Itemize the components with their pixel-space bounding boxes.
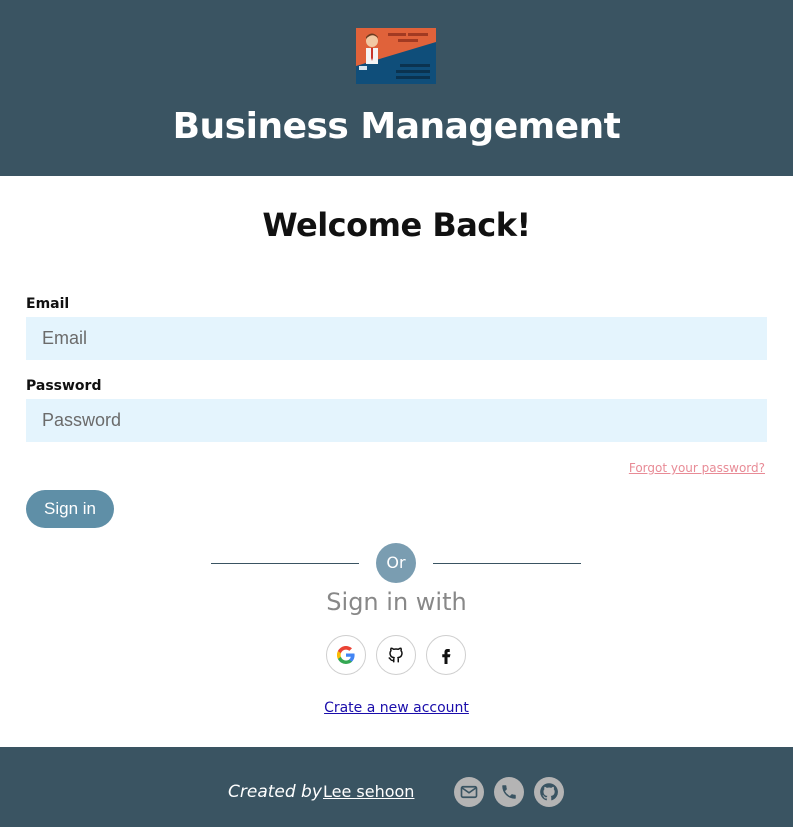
email-label: Email [26,296,70,312]
divider-right [433,563,581,564]
forgot-password-link[interactable]: Forgot your password? [629,461,765,475]
author-link[interactable]: Lee sehoon [323,782,414,801]
github-icon [540,783,558,801]
password-field[interactable] [26,399,767,442]
app-title: Business Management [172,106,621,147]
divider-left [211,563,359,564]
mail-icon [460,785,478,799]
phone-button[interactable] [494,777,524,807]
email-field[interactable] [26,317,767,360]
google-sign-in-button[interactable] [326,635,366,675]
facebook-icon [442,649,451,664]
github-sign-in-button[interactable] [376,635,416,675]
create-account-link[interactable]: Crate a new account [324,700,469,716]
page-title: Welcome Back! [262,206,531,244]
created-by-label: Created by [228,782,322,802]
mail-button[interactable] [454,777,484,807]
github-button[interactable] [534,777,564,807]
password-label: Password [26,378,102,394]
create-account-wrapper: Crate a new account [0,697,793,716]
or-badge: Or [376,543,416,583]
header: Business Management [0,0,793,176]
footer: Created by Lee sehoon [0,747,793,827]
facebook-sign-in-button[interactable] [426,635,466,675]
phone-icon [502,785,516,799]
business-card-icon [356,28,436,84]
google-icon [337,646,355,664]
sign-in-button[interactable]: Sign in [26,490,114,528]
github-icon [388,647,403,663]
sign-in-with-label: Sign in with [326,588,467,616]
